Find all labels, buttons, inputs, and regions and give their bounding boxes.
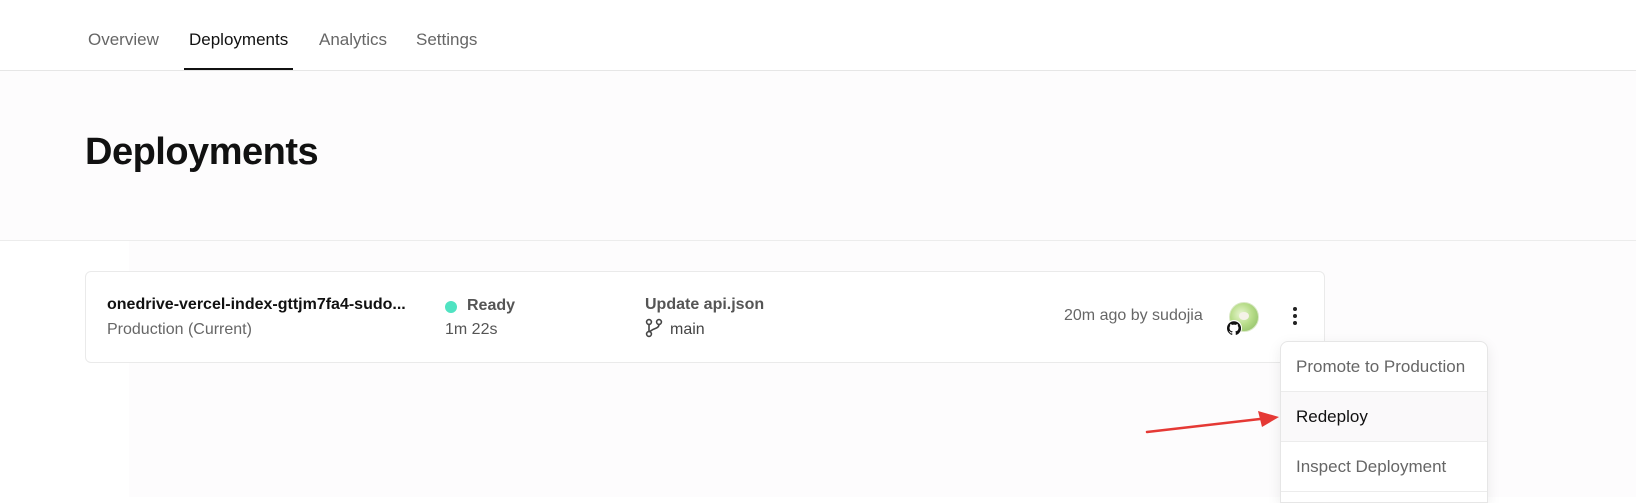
deployment-actions-menu: Promote to Production Redeploy Inspect D…	[1280, 341, 1488, 503]
project-tabs: Overview Deployments Analytics Settings	[0, 0, 1636, 71]
more-vertical-icon-dot	[1293, 321, 1297, 325]
commit-message[interactable]: Update api.json	[645, 296, 764, 314]
more-options-button[interactable]	[1282, 302, 1308, 330]
tab-settings[interactable]: Settings	[416, 30, 477, 50]
deployment-environment: Production (Current)	[107, 321, 252, 338]
deployment-row[interactable]: onedrive-vercel-index-gttjm7fa4-sudo... …	[85, 271, 1325, 363]
active-tab-indicator	[184, 68, 293, 70]
deployment-duration: 1m 22s	[445, 321, 498, 338]
menu-item-redeploy[interactable]: Redeploy	[1281, 392, 1487, 441]
deployment-status: Ready	[467, 297, 516, 314]
page-title: Deployments	[85, 131, 319, 173]
more-vertical-icon-dot	[1293, 307, 1297, 311]
avatar-face	[1239, 312, 1249, 320]
github-icon	[1226, 320, 1242, 336]
tab-deployments[interactable]: Deployments	[189, 30, 288, 50]
menu-divider	[1281, 491, 1487, 492]
menu-item-promote-to-production[interactable]: Promote to Production	[1281, 342, 1487, 391]
deployment-meta: 20m ago by sudojia	[1064, 307, 1203, 324]
menu-item-inspect-deployment[interactable]: Inspect Deployment	[1281, 442, 1487, 491]
more-vertical-icon-dot	[1293, 314, 1297, 318]
status-dot-icon	[445, 301, 457, 313]
deployment-name[interactable]: onedrive-vercel-index-gttjm7fa4-sudo...	[107, 296, 427, 314]
annotation-arrow-icon	[1145, 411, 1279, 434]
page-header: Deployments	[0, 71, 1636, 241]
branch-name[interactable]: main	[670, 321, 705, 339]
git-branch-icon	[645, 318, 663, 338]
tab-overview[interactable]: Overview	[88, 30, 159, 50]
tab-analytics[interactable]: Analytics	[319, 30, 387, 50]
